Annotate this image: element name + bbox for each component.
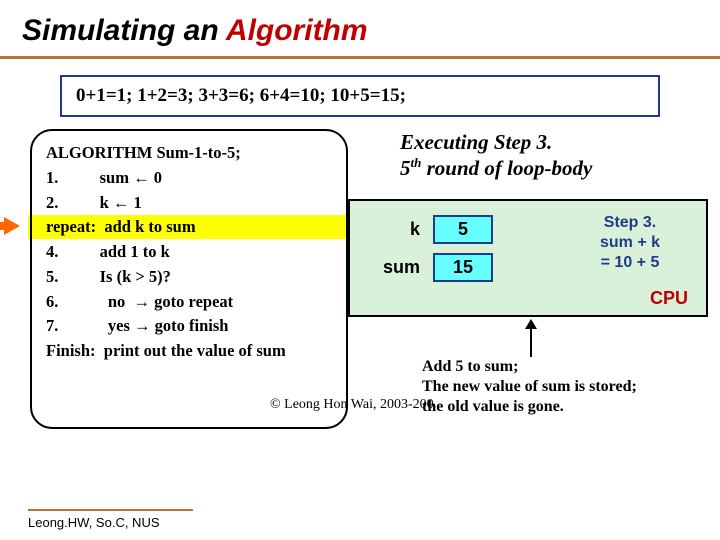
copyright-text: © Leong Hon Wai, 2003-200 bbox=[270, 397, 434, 413]
k-value: 5 bbox=[433, 215, 493, 244]
cpu-box: k 5 sum 15 Step 3. sum + k = 10 + 5 CPU bbox=[348, 199, 708, 317]
algorithm-box: ALGORITHM Sum-1-to-5; 1. sum ← 0 2. k ← … bbox=[30, 129, 348, 429]
note-l3: the old value is gone. bbox=[422, 398, 564, 415]
formula-box: 0+1=1; 1+2=3; 3+3=6; 6+4=10; 10+5=15; bbox=[60, 75, 660, 117]
footer-text: Leong.HW, So.C, NUS bbox=[28, 509, 193, 530]
k-label: k bbox=[374, 219, 420, 240]
up-arrow-icon bbox=[530, 321, 532, 357]
title-accent: Algorithm bbox=[226, 14, 368, 47]
pointer-arrow-icon bbox=[4, 217, 20, 235]
step3-l1: Step 3. bbox=[604, 214, 656, 231]
cpu-sum-row: sum 15 bbox=[374, 253, 493, 282]
note-text: Add 5 to sum; The new value of sum is st… bbox=[422, 357, 712, 417]
exec-sup: th bbox=[411, 155, 422, 170]
slide-title: Simulating an Algorithm bbox=[0, 0, 720, 59]
cpu-k-row: k 5 bbox=[374, 215, 493, 244]
step3-l3: = 10 + 5 bbox=[601, 254, 660, 271]
algo-line: 2. k ← 1 bbox=[46, 191, 334, 216]
algo-header: ALGORITHM Sum-1-to-5; bbox=[46, 141, 334, 166]
algo-line: 4. add 1 to k bbox=[46, 240, 334, 265]
algo-line: 7. yes → goto finish bbox=[46, 314, 334, 339]
cpu-label: CPU bbox=[650, 288, 688, 309]
main-area: ALGORITHM Sum-1-to-5; 1. sum ← 0 2. k ← … bbox=[0, 129, 720, 459]
algo-line: 6. no → goto repeat bbox=[46, 290, 334, 315]
step3-annotation: Step 3. sum + k = 10 + 5 bbox=[568, 213, 692, 273]
executing-title: Executing Step 3. 5th round of loop-body bbox=[400, 129, 592, 182]
title-pre: Simulating an bbox=[22, 14, 226, 47]
note-l2: The new value of sum is stored; bbox=[422, 378, 637, 395]
algo-line-repeat: repeat: add k to sum bbox=[46, 215, 334, 240]
exec-line1: Executing Step 3. bbox=[400, 130, 552, 154]
algo-line: 5. Is (k > 5)? bbox=[46, 265, 334, 290]
algo-line-finish: Finish: print out the value of sum bbox=[46, 339, 334, 364]
step3-l2: sum + k bbox=[600, 234, 660, 251]
formula-text: 0+1=1; 1+2=3; 3+3=6; 6+4=10; 10+5=15; bbox=[76, 85, 406, 106]
note-l1: Add 5 to sum; bbox=[422, 358, 518, 375]
sum-value: 15 bbox=[433, 253, 493, 282]
algo-line: 1. sum ← 0 bbox=[46, 166, 334, 191]
exec-line2-pre: 5 bbox=[400, 156, 411, 180]
sum-label: sum bbox=[374, 257, 420, 278]
exec-line2-post: round of loop-body bbox=[421, 156, 592, 180]
